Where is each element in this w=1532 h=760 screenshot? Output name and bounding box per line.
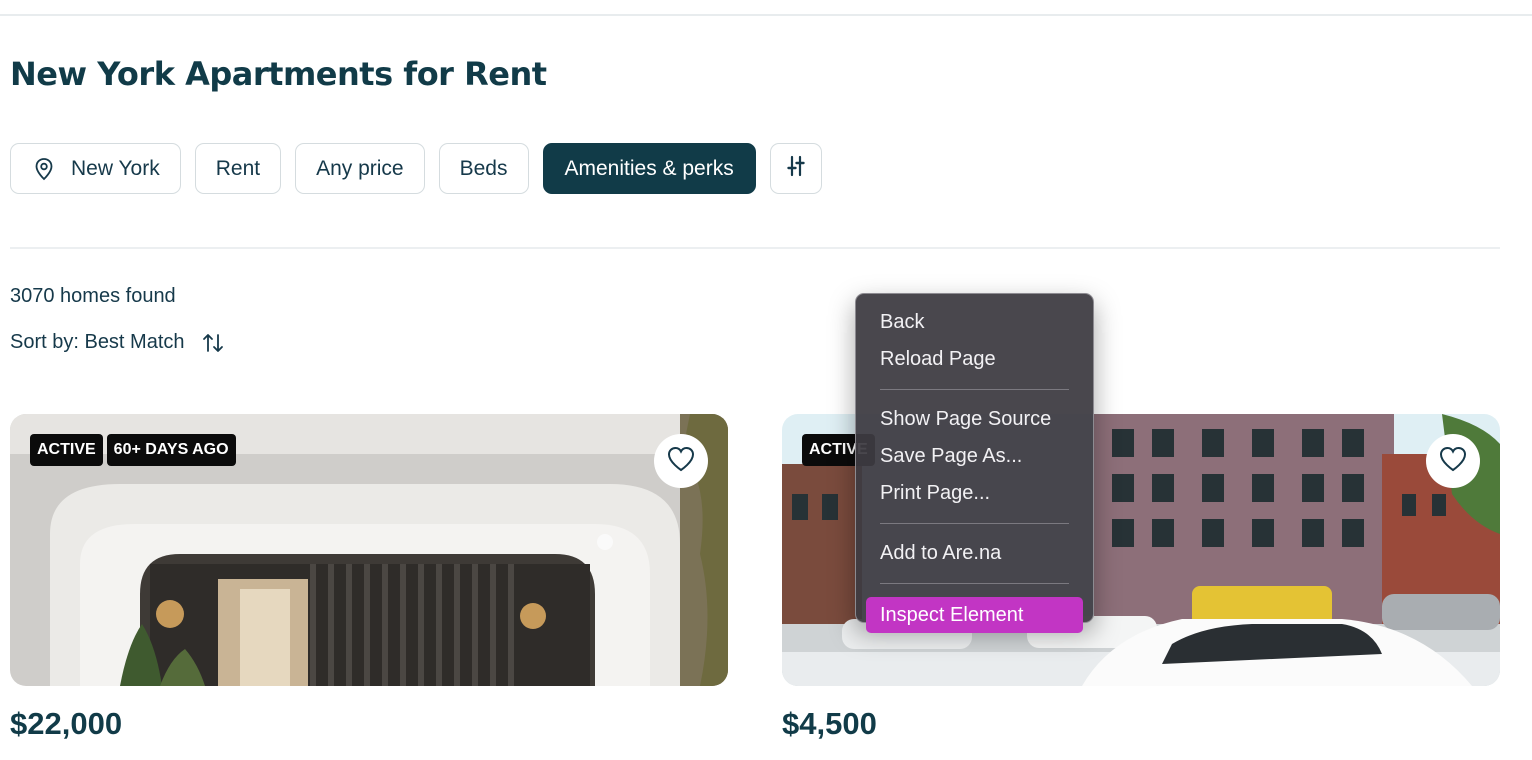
menu-item-inspect-element[interactable]: Inspect Element — [866, 597, 1083, 633]
location-filter-label: New York — [71, 156, 160, 180]
listing-type-filter[interactable]: Rent — [194, 143, 282, 194]
listing-card[interactable]: ACTIVE 60+ DAYS AGO — [10, 414, 728, 686]
sort-control[interactable]: Sort by: Best Match — [10, 331, 225, 354]
beds-filter-label: Beds — [459, 156, 508, 180]
favorite-button[interactable] — [1426, 434, 1480, 488]
filter-bar: New York Rent Any price Beds Amenities &… — [10, 143, 822, 194]
status-badge: ACTIVE — [30, 434, 103, 466]
more-filters-button[interactable] — [769, 143, 822, 194]
amenities-filter-label: Amenities & perks — [564, 156, 734, 180]
menu-item-show-page-source[interactable]: Show Page Source — [856, 403, 1093, 440]
sort-arrows-icon — [201, 332, 225, 354]
listing-price: $4,500 — [782, 706, 877, 741]
listing-price: $22,000 — [10, 706, 123, 741]
context-menu: Back Reload Page Show Page Source Save P… — [855, 293, 1094, 633]
top-divider — [0, 14, 1532, 16]
sort-label: Sort by: Best Match — [10, 331, 185, 353]
menu-separator — [880, 583, 1069, 584]
listing-type-label: Rent — [215, 156, 261, 180]
menu-separator — [880, 523, 1069, 524]
age-badge: 60+ DAYS AGO — [106, 434, 236, 466]
filters-divider — [10, 247, 1500, 249]
location-pin-icon — [33, 157, 55, 181]
price-filter-label: Any price — [316, 156, 404, 180]
price-filter[interactable]: Any price — [295, 143, 425, 194]
menu-item-reload-page[interactable]: Reload Page — [856, 343, 1093, 380]
beds-filter[interactable]: Beds — [438, 143, 529, 194]
location-filter[interactable]: New York — [10, 143, 181, 194]
sliders-icon — [785, 154, 807, 184]
menu-item-print-page[interactable]: Print Page... — [856, 477, 1093, 514]
listing-badges: ACTIVE 60+ DAYS AGO — [30, 434, 236, 466]
results-count: 3070 homes found — [10, 285, 176, 307]
menu-separator — [880, 389, 1069, 390]
favorite-button[interactable] — [654, 434, 708, 488]
menu-item-add-to-arena[interactable]: Add to Are.na — [856, 537, 1093, 574]
heart-icon — [1438, 445, 1468, 478]
page-title: New York Apartments for Rent — [10, 55, 547, 93]
amenities-filter[interactable]: Amenities & perks — [542, 143, 756, 194]
menu-item-save-page-as[interactable]: Save Page As... — [856, 440, 1093, 477]
heart-icon — [666, 445, 696, 478]
menu-item-back[interactable]: Back — [856, 306, 1093, 343]
